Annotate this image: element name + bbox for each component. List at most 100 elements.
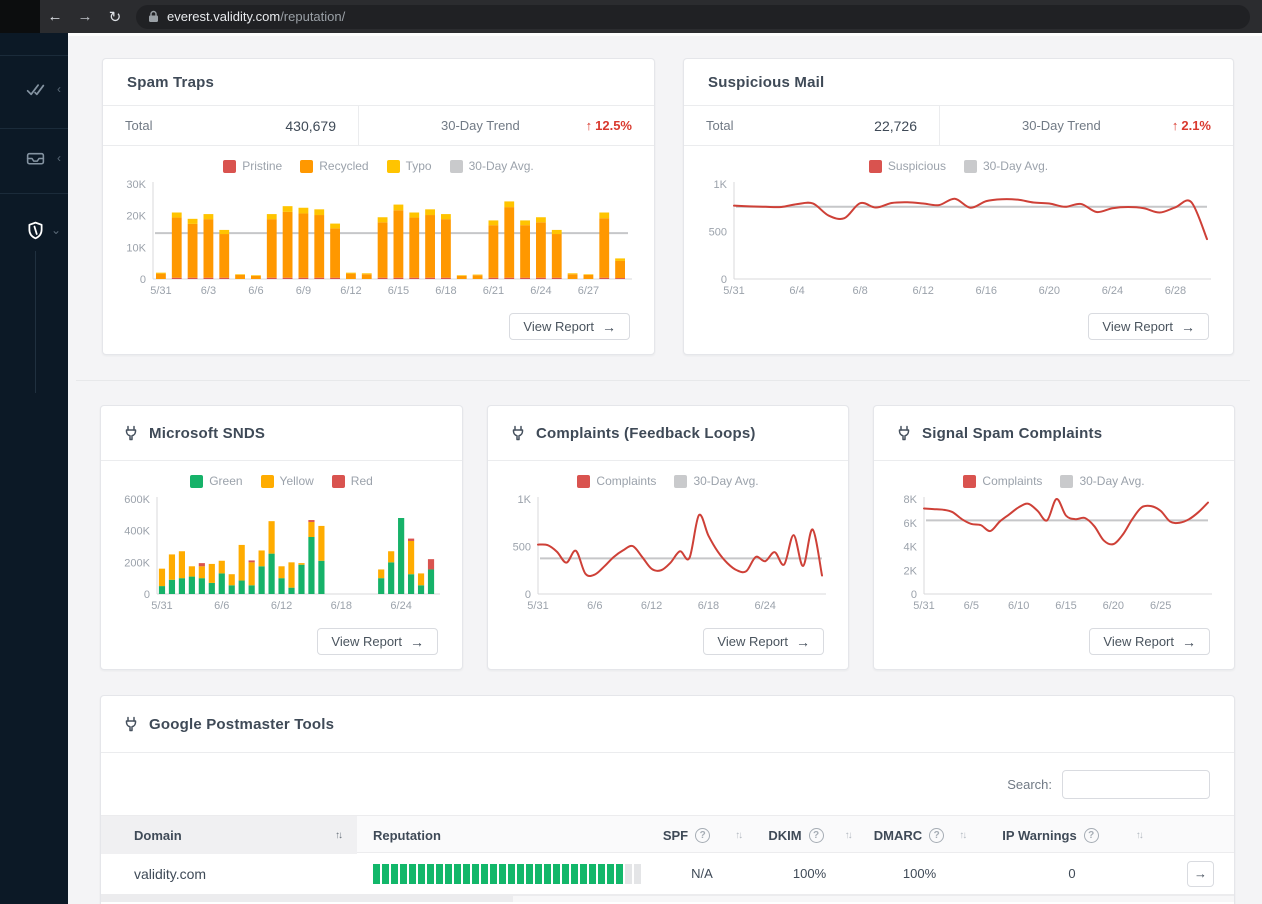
column-header-dmarc[interactable]: DMARC ? ↑↓ xyxy=(862,816,977,854)
sort-icon[interactable]: ↑↓ xyxy=(335,830,343,841)
chart-legend: Pristine Recycled Typo 30-Day Avg. xyxy=(103,157,654,175)
view-report-button[interactable]: View Report → xyxy=(509,313,630,340)
legend-item: 30-Day Avg. xyxy=(449,159,534,173)
card-footer: View Report → xyxy=(101,614,462,669)
svg-text:600K: 600K xyxy=(124,494,150,506)
reputation-bar xyxy=(373,863,642,884)
svg-text:6/12: 6/12 xyxy=(912,285,933,297)
svg-text:5/31: 5/31 xyxy=(150,285,171,297)
legend-swatch xyxy=(963,159,977,173)
arrow-right-icon: → xyxy=(1181,318,1195,335)
plug-icon xyxy=(896,425,912,441)
card-footer: View Report → xyxy=(874,614,1234,669)
svg-text:6/9: 6/9 xyxy=(296,285,311,297)
sidebar-tree-line xyxy=(35,251,36,393)
svg-text:6/24: 6/24 xyxy=(1102,285,1123,297)
svg-text:6/28: 6/28 xyxy=(1165,285,1186,297)
microsoft-snds-card: Microsoft SNDS Green Yellow Red 0 200K 400K 6… xyxy=(100,405,463,670)
view-report-button[interactable]: View Report → xyxy=(1088,313,1209,340)
chevron-left-icon[interactable]: ‹ xyxy=(57,152,61,164)
legend-item: 30-Day Avg. xyxy=(963,159,1048,173)
domain-cell: validity.com xyxy=(134,865,207,882)
view-report-button[interactable]: View Report → xyxy=(1089,628,1210,655)
legend-swatch xyxy=(386,159,400,173)
reputation-segment xyxy=(606,863,615,884)
card-title: Complaints (Feedback Loops) xyxy=(536,424,756,442)
card-header: Microsoft SNDS xyxy=(101,406,462,461)
column-header-reputation: Reputation xyxy=(373,827,441,843)
row-detail-button[interactable]: → xyxy=(1187,860,1214,887)
reputation-segment xyxy=(534,863,543,884)
browser-forward-icon[interactable]: → xyxy=(70,8,100,25)
view-report-button[interactable]: View Report → xyxy=(317,628,438,655)
column-header-domain[interactable]: Domain ↑↓ xyxy=(101,816,357,854)
legend-item: Recycled xyxy=(300,159,369,173)
reputation-segment xyxy=(516,863,525,884)
svg-text:6/12: 6/12 xyxy=(641,600,662,612)
column-header-ip-warnings[interactable]: IP Warnings ? ↑↓ xyxy=(977,816,1167,854)
url-bar[interactable]: everest.validity.com/reputation/ xyxy=(136,4,1250,29)
sort-icon[interactable]: ↑↓ xyxy=(1136,830,1144,841)
svg-text:6/18: 6/18 xyxy=(435,285,456,297)
arrow-right-icon: → xyxy=(410,633,424,650)
svg-text:6/20: 6/20 xyxy=(1103,600,1124,612)
chevron-left-icon[interactable]: ‹ xyxy=(57,83,61,95)
legend-swatch xyxy=(674,474,688,488)
reputation-segment xyxy=(525,863,534,884)
sort-icon[interactable]: ↑↓ xyxy=(845,830,853,841)
chevron-down-icon[interactable]: ⌄ xyxy=(51,224,61,236)
sidebar-item-approvals[interactable]: ‹ xyxy=(0,69,68,109)
legend-item: Complaints xyxy=(963,474,1042,488)
browser-bar: ← → ↻ everest.validity.com/reputation/ xyxy=(0,0,1262,33)
inbox-tray-icon xyxy=(24,147,46,169)
legend-item: 30-Day Avg. xyxy=(1060,474,1145,488)
legend-swatch xyxy=(190,474,204,488)
legend-swatch xyxy=(577,474,591,488)
help-icon[interactable]: ? xyxy=(1083,827,1099,843)
sort-icon[interactable]: ↑↓ xyxy=(959,830,967,841)
card-header: Spam Traps xyxy=(103,59,654,106)
suspicious-mail-chart: Suspicious 30-Day Avg. 0 500 1K 5/31 6/4 6/8 6/… xyxy=(684,146,1233,299)
help-icon[interactable]: ? xyxy=(695,827,711,843)
reputation-segment xyxy=(444,863,453,884)
table-row[interactable]: validity.com N/A 100% 100% 0 → xyxy=(101,853,1234,895)
help-icon[interactable]: ? xyxy=(808,827,824,843)
trend-value: ↑ 12.5% xyxy=(585,118,632,133)
spam-traps-chart: Pristine Recycled Typo 30-Day Avg. 0 10K 20K 3… xyxy=(103,146,654,299)
sidebar-divider xyxy=(0,55,68,56)
search-label: Search: xyxy=(1007,776,1052,792)
reputation-segment xyxy=(597,863,606,884)
chart-plot: 0 10K 20K 30K 5/31 6/3 6/6 6/9 6/12 6/15 6/18 6/21 6… xyxy=(113,177,640,299)
help-icon[interactable]: ? xyxy=(929,827,945,843)
card-footer: View Report → xyxy=(684,299,1233,354)
svg-text:6/24: 6/24 xyxy=(754,600,775,612)
svg-text:6/15: 6/15 xyxy=(1055,600,1076,612)
partial-row-shade xyxy=(513,895,1234,902)
browser-reload-icon[interactable]: ↻ xyxy=(100,8,130,26)
view-report-button[interactable]: View Report → xyxy=(703,628,824,655)
legend-item: Suspicious xyxy=(868,159,946,173)
svg-text:6/12: 6/12 xyxy=(340,285,361,297)
reputation-segment xyxy=(462,863,471,884)
sort-icon[interactable]: ↑↓ xyxy=(735,830,743,841)
column-header-dkim[interactable]: DKIM ? ↑↓ xyxy=(757,816,862,854)
legend-item: Pristine xyxy=(223,159,282,173)
svg-text:6/20: 6/20 xyxy=(1039,285,1060,297)
column-header-spf[interactable]: SPF ? ↑↓ xyxy=(647,816,757,854)
total-value: 430,679 xyxy=(285,117,336,134)
chart-plot: 0 2K 4K 6K 8K 5/31 6/5 6/10 6/15 6/20 6/25 xyxy=(884,492,1220,614)
trend-value: ↑ 2.1% xyxy=(1171,118,1211,133)
arrow-right-icon: → xyxy=(602,318,616,335)
arrow-right-icon: → xyxy=(796,633,810,650)
svg-text:6/3: 6/3 xyxy=(201,285,216,297)
search-input[interactable] xyxy=(1062,769,1210,799)
sidebar-item-inbox[interactable]: ‹ xyxy=(0,138,68,178)
svg-text:6/24: 6/24 xyxy=(390,600,411,612)
card-title: Signal Spam Complaints xyxy=(922,424,1103,442)
sidebar-item-reputation[interactable]: ⌄ xyxy=(0,210,68,250)
svg-text:6/21: 6/21 xyxy=(483,285,504,297)
chart-legend: Suspicious 30-Day Avg. xyxy=(684,157,1233,175)
legend-swatch xyxy=(331,474,345,488)
browser-back-icon[interactable]: ← xyxy=(40,8,70,25)
card-title: Suspicious Mail xyxy=(708,73,825,91)
